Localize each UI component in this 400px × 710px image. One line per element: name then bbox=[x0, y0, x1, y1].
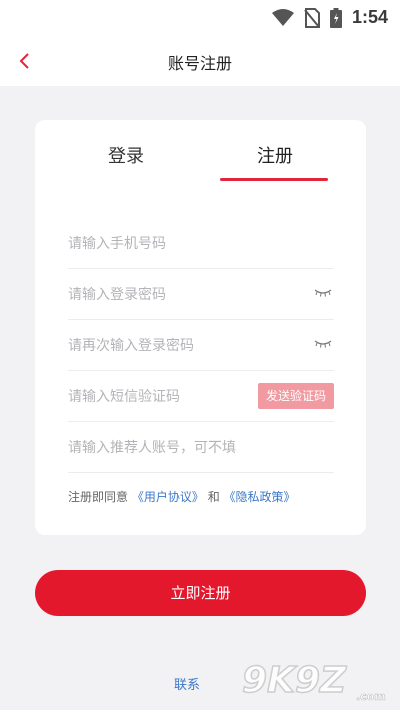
password-input-placeholder: 请输入登录密码 bbox=[68, 287, 166, 303]
phone-input-placeholder: 请输入手机号码 bbox=[68, 236, 166, 252]
sms-code-input[interactable]: 请输入短信验证码 发送验证码 bbox=[68, 371, 334, 422]
register-submit-button[interactable]: 立即注册 bbox=[35, 570, 366, 616]
wifi-icon bbox=[271, 8, 294, 26]
phone-input[interactable]: 请输入手机号码 bbox=[68, 218, 334, 269]
nav-bar: 账号注册 bbox=[0, 36, 400, 86]
battery-icon bbox=[329, 7, 342, 28]
send-sms-code-button[interactable]: 发送验证码 bbox=[258, 383, 334, 409]
user-agreement-link[interactable]: 《用户协议》 bbox=[132, 490, 204, 504]
confirm-password-input[interactable]: 请再次输入登录密码 bbox=[68, 320, 334, 371]
svg-text:.com: .com bbox=[356, 690, 386, 703]
status-bar: 1:54 bbox=[0, 0, 400, 36]
site-watermark-logo: 9K9Z .com bbox=[241, 659, 386, 703]
clock: 1:54 bbox=[351, 7, 388, 27]
no-sim-icon bbox=[304, 7, 320, 28]
eye-closed-icon[interactable] bbox=[314, 288, 332, 298]
active-tab-indicator bbox=[220, 178, 328, 181]
agreement-and: 和 bbox=[207, 490, 220, 504]
agreement-text: 注册即同意 《用户协议》 和 《隐私政策》 bbox=[68, 488, 296, 505]
sms-code-input-placeholder: 请输入短信验证码 bbox=[68, 389, 180, 405]
svg-text:9K9Z: 9K9Z bbox=[242, 660, 347, 701]
privacy-policy-link[interactable]: 《隐私政策》 bbox=[224, 490, 296, 504]
tab-register[interactable]: 注册 bbox=[220, 142, 330, 168]
eye-closed-icon[interactable] bbox=[314, 339, 332, 349]
password-input[interactable]: 请输入登录密码 bbox=[68, 269, 334, 320]
referrer-input[interactable]: 请输入推荐人账号，可不填 bbox=[68, 422, 334, 473]
contact-link[interactable]: 联系 bbox=[174, 674, 200, 693]
page-title: 账号注册 bbox=[167, 54, 232, 73]
agreement-prefix: 注册即同意 bbox=[68, 490, 129, 504]
confirm-password-input-placeholder: 请再次输入登录密码 bbox=[68, 338, 194, 354]
auth-tabs: 登录 注册 bbox=[35, 142, 366, 182]
register-card: 登录 注册 请输入手机号码 请输入登录密码 请再次输入登录密码 请输入短信验证码… bbox=[35, 120, 366, 535]
tab-login[interactable]: 登录 bbox=[71, 142, 181, 168]
referrer-input-placeholder: 请输入推荐人账号，可不填 bbox=[68, 440, 236, 456]
